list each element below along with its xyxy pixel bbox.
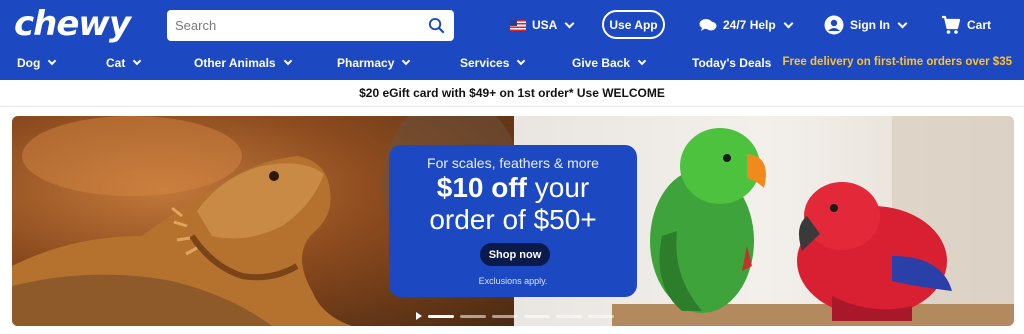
free-delivery-promo[interactable]: Free delivery on first-time orders over … [783,56,1012,68]
top-header: chewy USA Use App 24/7 Help Sign In [0,0,1024,80]
help-menu[interactable]: 24/7 Help [699,15,794,35]
carousel-dot[interactable] [460,314,486,318]
search-icon[interactable] [428,17,445,34]
nav-item-dog[interactable]: Dog [17,56,57,70]
nav-label: Services [460,56,510,70]
chevron-down-icon [517,56,526,66]
nav-item-services[interactable]: Services [460,56,526,70]
sign-in-label: Sign In [850,18,890,32]
cart-button[interactable]: Cart [941,15,991,35]
carousel-dot[interactable] [492,314,518,318]
cart-label: Cart [967,18,992,32]
promo-headline-line2: order of $50+ [429,204,597,235]
promo-discount: $10 off [436,172,527,203]
chevron-down-icon [133,56,142,66]
user-icon [824,15,844,35]
search-bar[interactable] [167,10,454,41]
promo-subtitle: For scales, feathers & more [427,155,599,171]
carousel-dot[interactable] [524,314,550,318]
nav-label: Give Back [572,56,631,70]
hero-banner[interactable]: For scales, feathers & more $10 off your… [12,116,1014,326]
nav-label: Today's Deals [692,56,772,70]
country-label: USA [532,18,558,32]
chevron-down-icon [283,56,292,66]
chevron-down-icon [48,56,57,66]
nav-label: Other Animals [194,56,276,70]
cart-icon [942,15,961,34]
chevron-down-icon [897,18,908,28]
nav-label: Dog [17,56,41,70]
play-icon[interactable] [416,312,422,320]
country-selector[interactable]: USA [510,15,575,35]
green-parrot-image [650,128,766,313]
chat-help-icon [699,19,717,31]
nav-item-give-back[interactable]: Give Back [572,56,647,70]
nav-item-todays-deals[interactable]: Today's Deals [692,56,771,70]
chevron-down-icon [783,18,794,28]
use-app-button[interactable]: Use App [602,10,665,39]
chewy-logo[interactable]: chewy [14,4,131,44]
search-input[interactable] [167,10,407,41]
offer-banner[interactable]: $20 eGift card with $49+ on 1st order* U… [0,80,1024,107]
chevron-down-icon [637,56,647,66]
nav-label: Cat [106,56,126,70]
us-flag-icon [510,19,526,31]
carousel-dot[interactable] [588,314,614,318]
promo-card: For scales, feathers & more $10 off your… [389,145,637,297]
sign-in-menu[interactable]: Sign In [824,15,908,35]
promo-headline-rest: your [527,172,590,203]
nav-item-cat[interactable]: Cat [106,56,142,70]
shop-now-button[interactable]: Shop now [480,243,550,266]
nav-item-pharmacy[interactable]: Pharmacy [337,56,411,70]
chevron-down-icon [402,56,411,66]
help-label: 24/7 Help [723,18,776,32]
nav-label: Pharmacy [337,56,395,70]
promo-disclaimer: Exclusions apply. [478,276,548,286]
nav-item-other-animals[interactable]: Other Animals [194,56,292,70]
carousel-dot-active[interactable] [428,314,454,318]
carousel-dot[interactable] [556,314,582,318]
promo-headline: $10 off your [389,172,637,204]
chevron-down-icon [564,18,575,28]
carousel-controls [416,312,614,320]
